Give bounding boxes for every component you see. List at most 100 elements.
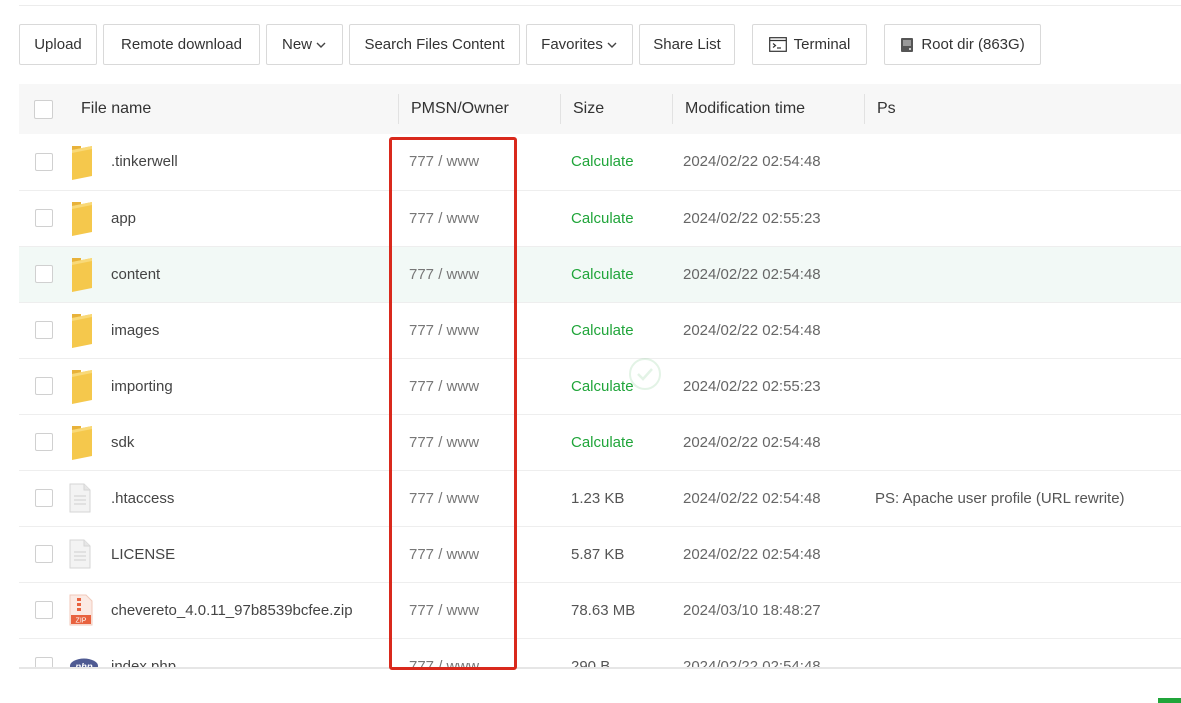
ps-note[interactable] [865,134,1181,190]
row-checkbox[interactable] [35,209,53,228]
file-name-cell[interactable]: ZIP chevereto_4.0.11_97b8539bcfee.zip [69,582,399,638]
perm-owner[interactable]: 777 / www [399,358,561,414]
folder-icon [69,368,99,404]
header-perm-owner[interactable]: PMSN/Owner [399,84,561,134]
header-modification-time[interactable]: Modification time [673,84,865,134]
file-table: File name PMSN/Owner Size Modification t… [19,84,1181,668]
perm-owner[interactable]: 777 / www [399,302,561,358]
table-row[interactable]: importing 777 / www Calculate 2024/02/22 02… [19,358,1181,414]
file-name-cell[interactable]: .htaccess [69,470,399,526]
file-name-cell[interactable]: LICENSE [69,526,399,582]
row-checkbox[interactable] [35,321,53,340]
ps-note[interactable] [865,414,1181,470]
header-perm-owner-label: PMSN/Owner [411,100,509,117]
ps-note[interactable] [865,190,1181,246]
file-name[interactable]: importing [111,378,173,395]
file-name-cell[interactable]: images [69,302,399,358]
file-name[interactable]: sdk [111,434,134,451]
select-all-cell [19,84,69,134]
table-row[interactable]: php index.php 777 / www 290 B 2024/02/22 02:… [19,638,1181,668]
header-size[interactable]: Size [561,84,673,134]
file-name-cell[interactable]: content [69,246,399,302]
share-list-button[interactable]: Share List [639,24,735,65]
header-ps[interactable]: Ps [865,84,1181,134]
row-checkbox[interactable] [35,545,53,564]
calculate-size-link[interactable]: Calculate [561,190,673,246]
calculate-size-link[interactable]: Calculate [561,134,673,190]
table-row[interactable]: ZIP chevereto_4.0.11_97b8539bcfee.zip 777 … [19,582,1181,638]
top-divider [19,5,1181,6]
remote-download-button[interactable]: Remote download [103,24,260,65]
file-list: File name PMSN/Owner Size Modification t… [19,84,1181,668]
file-name[interactable]: app [111,210,136,227]
file-name[interactable]: .htaccess [111,490,174,507]
perm-owner[interactable]: 777 / www [399,582,561,638]
row-checkbox[interactable] [35,265,53,284]
row-select-cell [19,470,69,526]
modification-time: 2024/02/22 02:55:23 [683,209,821,227]
file-name-cell[interactable]: importing [69,358,399,414]
ps-note[interactable] [865,246,1181,302]
ps-note[interactable] [865,358,1181,414]
table-row[interactable]: .tinkerwell 777 / www Calculate 2024/02/22 … [19,134,1181,190]
file-name-cell[interactable]: php index.php [69,638,399,668]
row-checkbox[interactable] [35,433,53,452]
folder-icon [69,256,99,292]
calculate-size-link[interactable]: Calculate [561,358,673,414]
ps-note[interactable] [865,526,1181,582]
perm-owner[interactable]: 777 / www [399,246,561,302]
modification-time: 2024/02/22 02:55:23 [683,377,821,395]
hard-drive-icon [900,37,914,53]
perm-owner[interactable]: 777 / www [399,414,561,470]
table-row[interactable]: sdk 777 / www Calculate 2024/02/22 02:54:48 [19,414,1181,470]
table-row[interactable]: .htaccess 777 / www 1.23 KB 2024/02/22 02:5… [19,470,1181,526]
file-name[interactable]: chevereto_4.0.11_97b8539bcfee.zip [111,602,353,619]
file-name-cell[interactable]: sdk [69,414,399,470]
table-row[interactable]: app 777 / www Calculate 2024/02/22 02:55:23 [19,190,1181,246]
zip-icon: ZIP [69,592,99,628]
search-files-content-button[interactable]: Search Files Content [349,24,520,65]
select-all-checkbox[interactable] [34,99,53,119]
file-name-cell[interactable]: app [69,190,399,246]
upload-button[interactable]: Upload [19,24,97,65]
table-row[interactable]: content 777 / www Calculate 2024/02/22 02:5… [19,246,1181,302]
row-checkbox[interactable] [35,152,53,171]
file-name[interactable]: LICENSE [111,546,175,563]
row-checkbox[interactable] [35,601,53,620]
list-bottom-divider [19,667,1181,669]
row-checkbox[interactable] [35,377,53,396]
ps-note[interactable] [865,582,1181,638]
calculate-size-link[interactable]: Calculate [561,302,673,358]
ps-note[interactable]: PS: Apache user profile (URL rewrite) [865,470,1181,526]
file-toolbar: Upload Remote download New Search Files … [19,24,1041,65]
calculate-size-link[interactable]: Calculate [561,414,673,470]
terminal-label: Terminal [793,36,851,53]
root-dir-button[interactable]: Root dir (863G) [884,24,1041,65]
share-list-label: Share List [653,36,721,53]
ps-note[interactable] [865,302,1181,358]
header-file-name[interactable]: File name [69,84,399,134]
file-name-cell[interactable]: .tinkerwell [69,134,399,190]
row-select-cell [19,582,69,638]
file-name[interactable]: images [111,322,159,339]
file-size: 1.23 KB [571,489,625,507]
file-name[interactable]: content [111,266,160,283]
favorites-dropdown-button[interactable]: Favorites [526,24,633,65]
perm-owner[interactable]: 777 / www [399,638,561,669]
chevron-down-icon [315,39,327,51]
perm-owner[interactable]: 777 / www [399,470,561,526]
modification-time: 2024/02/22 02:54:48 [683,321,821,339]
perm-owner[interactable]: 777 / www [399,526,561,582]
svg-text:ZIP: ZIP [76,618,87,625]
perm-owner[interactable]: 777 / www [399,190,561,246]
row-checkbox[interactable] [35,489,53,508]
perm-owner[interactable]: 777 / www [399,134,561,190]
terminal-button[interactable]: Terminal [752,24,867,65]
new-dropdown-button[interactable]: New [266,24,343,65]
remote-download-label: Remote download [121,36,242,53]
file-name[interactable]: .tinkerwell [111,153,178,170]
ps-note[interactable] [865,638,1181,668]
table-row[interactable]: images 777 / www Calculate 2024/02/22 02:54… [19,302,1181,358]
table-row[interactable]: LICENSE 777 / www 5.87 KB 2024/02/22 02:54:… [19,526,1181,582]
calculate-size-link[interactable]: Calculate [561,246,673,302]
